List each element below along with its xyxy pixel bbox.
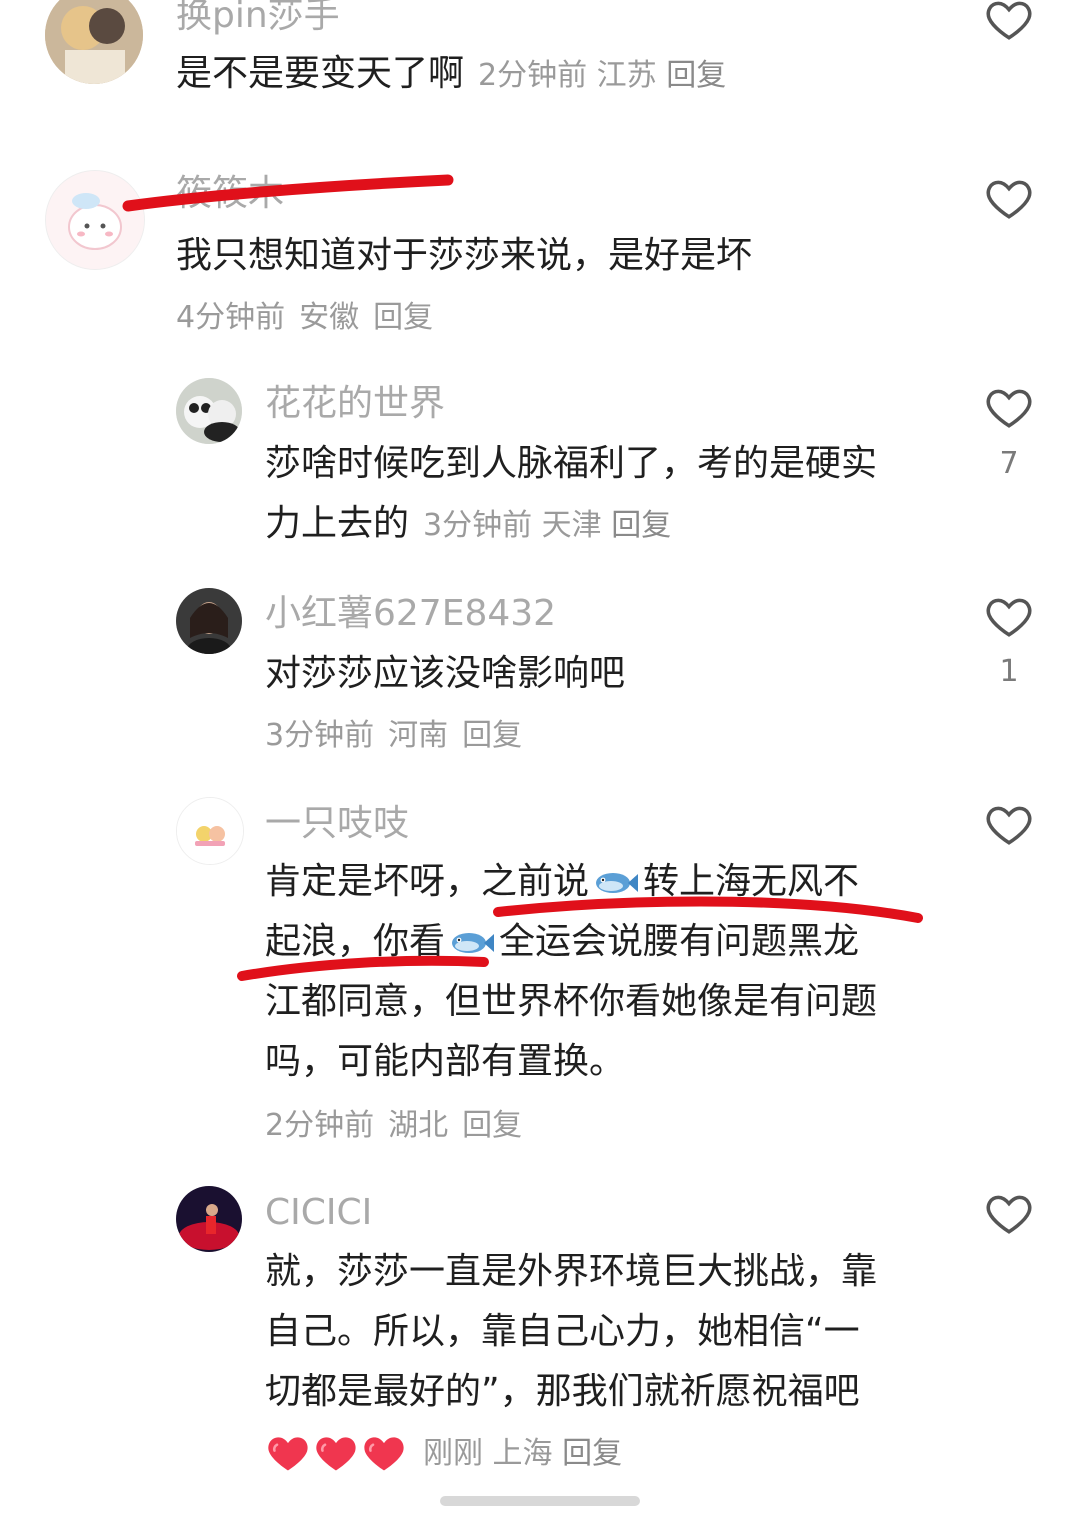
like-count: 1 [999,654,1019,689]
comment-text: 是不是要变天了啊 2分钟前 江苏 回复 [176,44,726,106]
red-heart-emoji-icon [364,1437,404,1471]
comment-body-line: 吗，可能内部有置换。 [265,1041,626,1082]
location: 天津 [541,508,602,543]
timestamp: 2分钟前 [265,1108,375,1143]
timestamp: 2分钟前 [478,58,588,93]
red-annotation-line [122,174,454,212]
avatar[interactable] [176,588,242,654]
comment-text: 刚刚 上海 回复 [265,1422,622,1484]
username[interactable]: 一只吱吱 [265,802,409,846]
red-annotation-line [493,896,923,923]
timestamp: 刚刚 [423,1436,483,1471]
comment-meta: 2分钟前 湖北 回复 [265,1106,536,1146]
heart-outline-icon[interactable] [984,799,1034,849]
comment-body-line: 自己。所以，靠自己心力，她相信“一 [265,1311,860,1352]
heart-outline-icon[interactable] [984,173,1034,223]
comment-body: 我只想知道对于莎莎来说，是好是坏 [176,235,753,276]
comment-body-line: 切都是最好的”，那我们就祈愿祝福吧 [265,1371,860,1412]
timestamp: 4分钟前 [176,300,286,335]
avatar[interactable] [176,797,244,865]
avatar[interactable] [176,1186,242,1252]
username[interactable]: CICICI [265,1191,372,1235]
red-heart-emoji-icon [268,1437,308,1471]
avatar[interactable] [45,0,143,84]
reply-button[interactable]: 回复 [562,1436,622,1471]
heart-outline-icon[interactable] [984,0,1034,44]
timestamp: 3分钟前 [265,718,375,753]
heart-outline-icon[interactable] [984,591,1034,641]
avatar[interactable] [176,378,242,444]
comment-text: 力上去的 3分钟前 天津 回复 [265,494,671,556]
comment-body-line: 就，莎莎一直是外界环境巨大挑战，靠 [265,1251,878,1292]
reply-button[interactable]: 回复 [462,718,522,753]
username[interactable]: 换pin莎手 [176,0,340,38]
comment-body-line: 力上去的 [265,503,410,544]
location: 湖北 [388,1108,449,1143]
comment-body: 是不是要变天了啊 [176,53,465,94]
location: 江苏 [596,58,657,93]
red-heart-emoji-icon [316,1437,356,1471]
red-annotation-line [237,955,489,981]
like-count: 7 [999,446,1019,481]
heart-outline-icon[interactable] [984,382,1034,432]
comment-body: 对莎莎应该没啥影响吧 [265,653,626,694]
location: 安徽 [299,300,360,335]
reply-button[interactable]: 回复 [611,508,671,543]
reply-button[interactable]: 回复 [462,1108,522,1143]
comment-body-line: 莎啥时候吃到人脉福利了，考的是硬实 [265,443,878,484]
home-indicator[interactable] [440,1496,640,1506]
comment-meta: 3分钟前 河南 回复 [265,716,536,756]
username[interactable]: 小红薯627E8432 [265,592,556,636]
reply-button[interactable]: 回复 [666,58,726,93]
username[interactable]: 花花的世界 [265,382,445,426]
location: 河南 [388,718,449,753]
comment-meta: 4分钟前 安徽 回复 [176,298,447,338]
heart-outline-icon[interactable] [984,1188,1034,1238]
reply-button[interactable]: 回复 [373,300,433,335]
location: 上海 [492,1436,553,1471]
timestamp: 3分钟前 [423,508,533,543]
